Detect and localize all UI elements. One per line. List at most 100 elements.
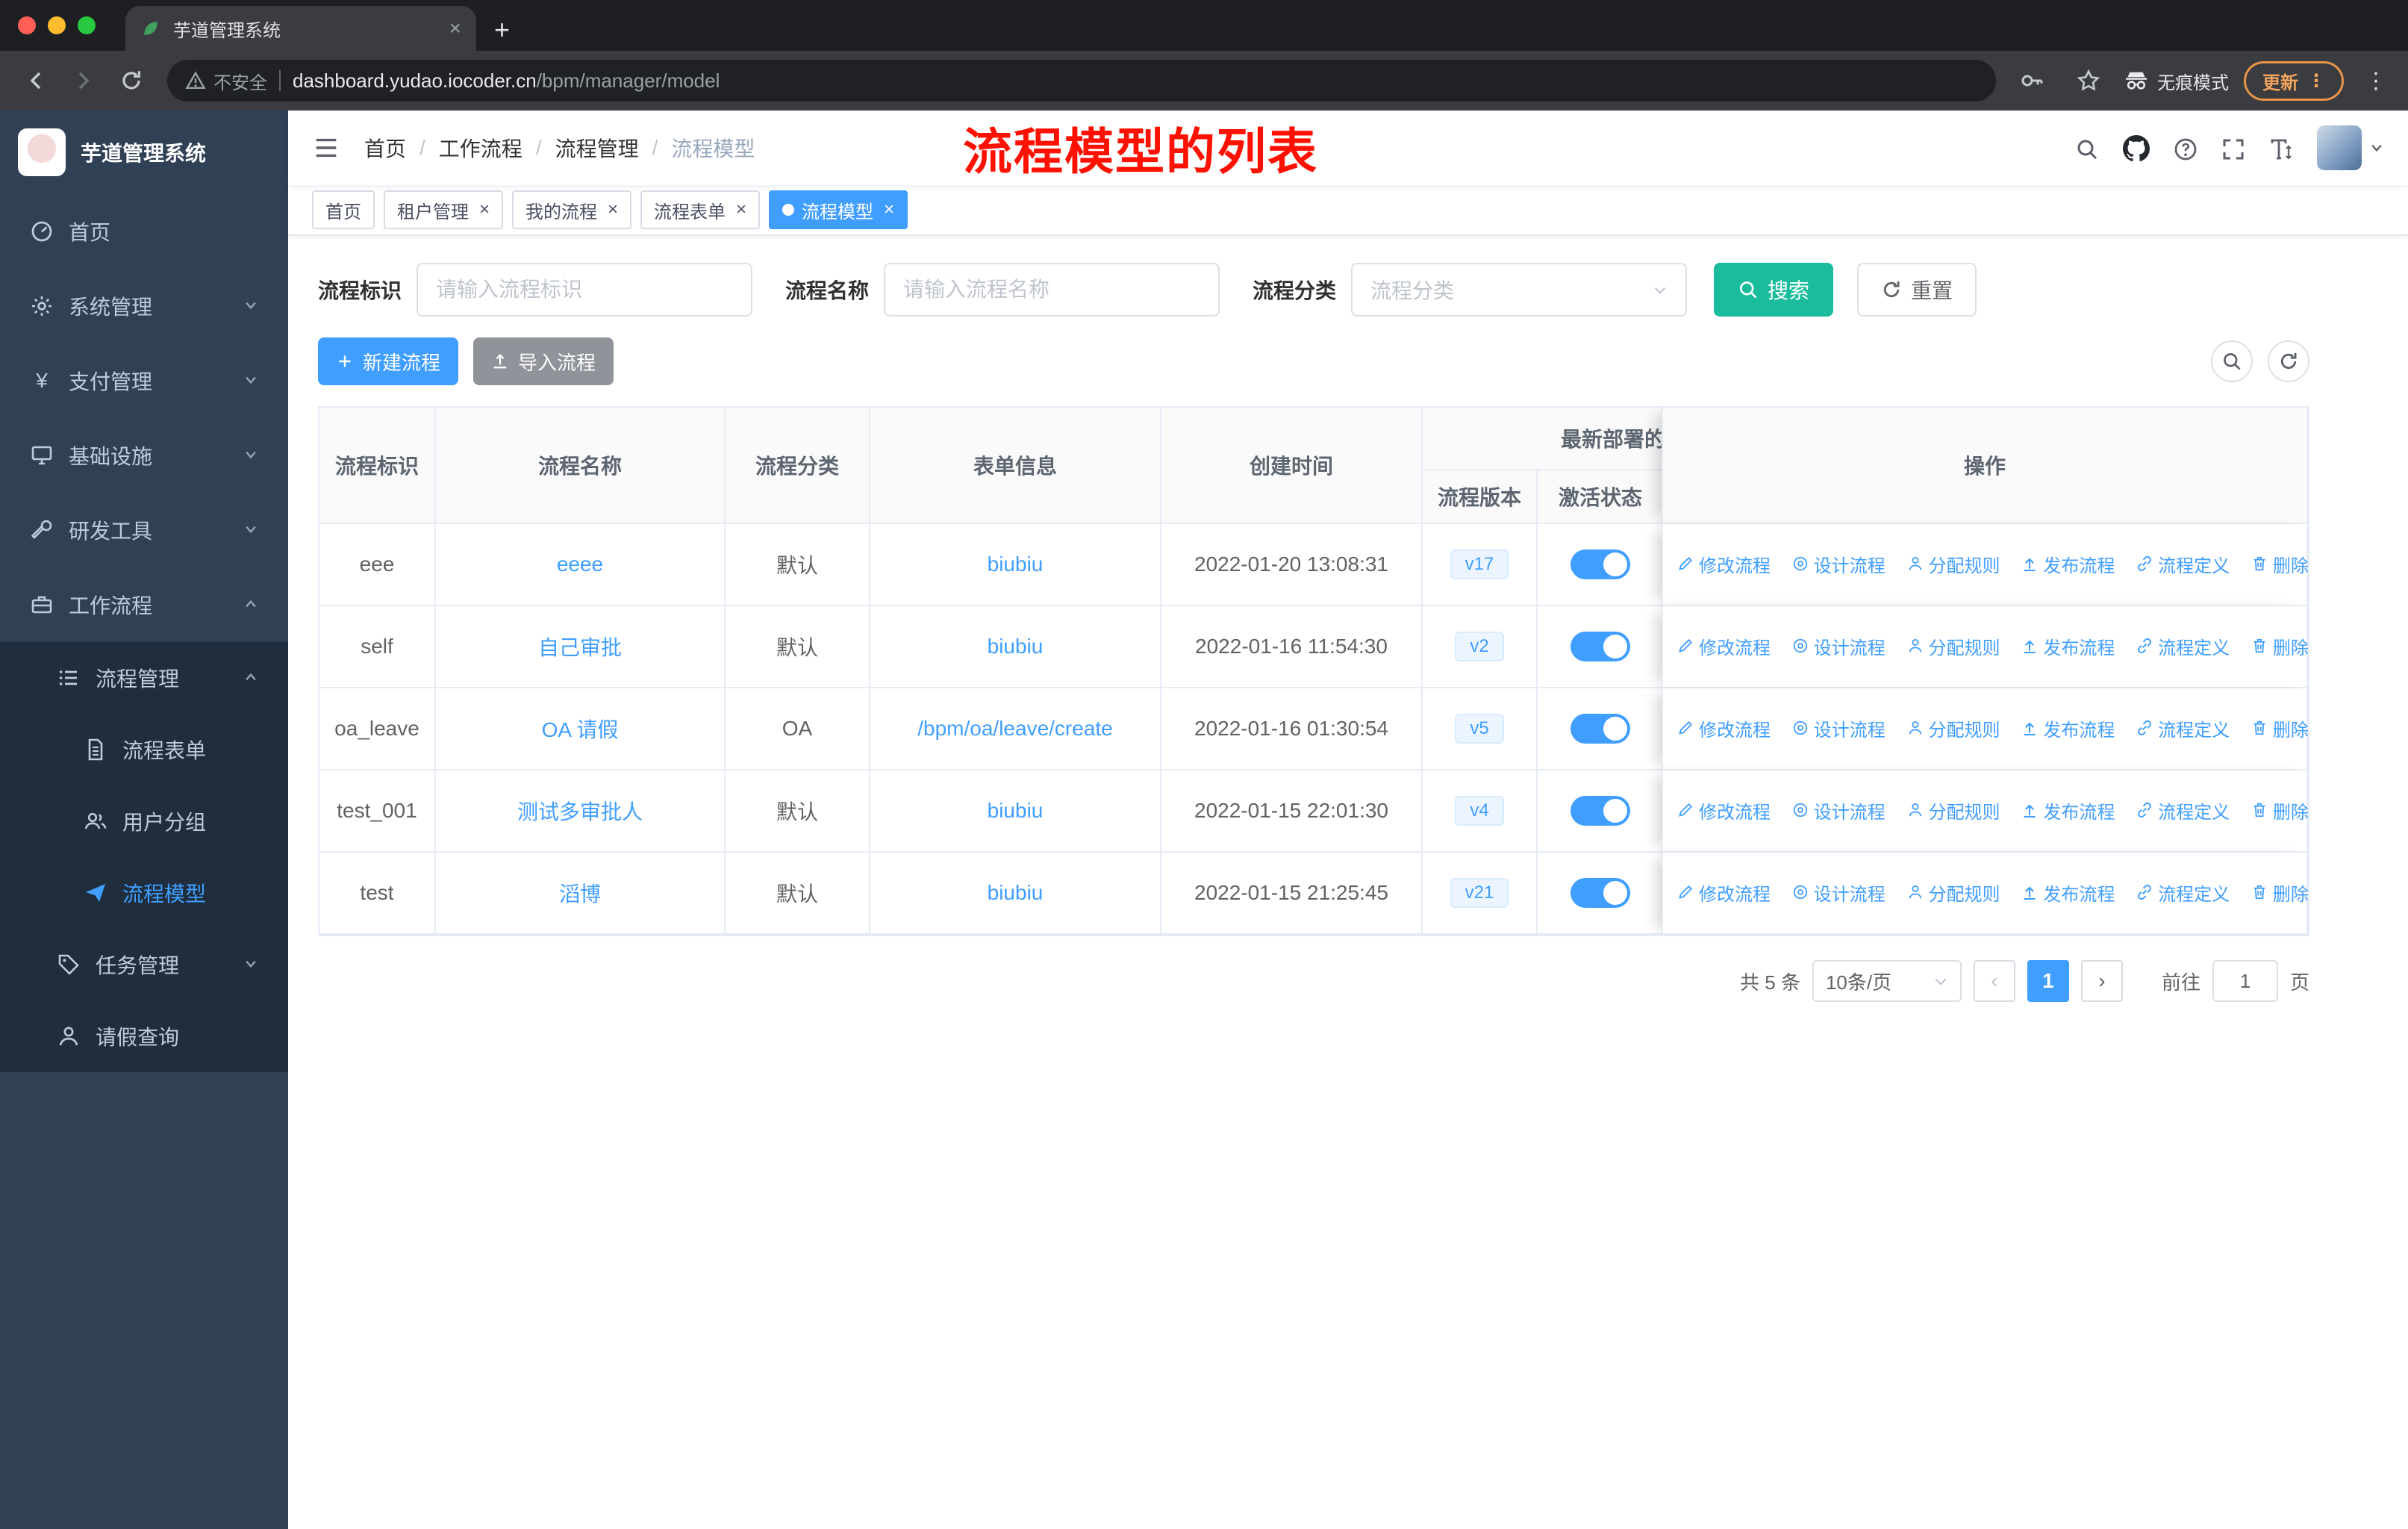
sidebar-item-process-management[interactable]: 流程管理 [0, 642, 288, 714]
address-bar[interactable]: 不安全 dashboard.yudao.iocoder.cn/bpm/manag… [167, 60, 1996, 102]
action-assign-link[interactable]: 分配规则 [1906, 633, 2000, 659]
new-tab-button[interactable]: + [494, 16, 510, 43]
form-info-link[interactable]: /bpm/oa/leave/create [917, 717, 1113, 740]
action-assign-link[interactable]: 分配规则 [1906, 551, 2000, 577]
form-info-link[interactable]: biubiu [988, 881, 1044, 904]
tag-my-process[interactable]: 我的流程 × [512, 190, 632, 229]
sidebar-item-payment-management[interactable]: ¥ 支付管理 [0, 343, 288, 418]
process-name-link[interactable]: 滔博 [559, 882, 601, 906]
action-assign-link[interactable]: 分配规则 [1906, 879, 2000, 906]
sidebar-item-user-group[interactable]: 用户分组 [0, 785, 288, 857]
action-delete-link[interactable]: 删除 [2251, 879, 2308, 906]
status-toggle[interactable] [1570, 632, 1630, 661]
tag-process-model[interactable]: 流程模型 × [769, 190, 908, 229]
key-icon[interactable] [2011, 60, 2053, 102]
status-toggle[interactable] [1570, 549, 1630, 579]
sidebar-item-dev-tools[interactable]: 研发工具 [0, 493, 288, 567]
window-zoom-button[interactable] [78, 16, 96, 34]
form-info-link[interactable]: biubiu [988, 552, 1044, 576]
process-name-link[interactable]: eeee [557, 552, 603, 576]
form-info-link[interactable]: biubiu [988, 799, 1044, 822]
tag-close-icon[interactable]: × [736, 199, 746, 220]
action-definition-link[interactable]: 流程定义 [2136, 551, 2230, 577]
action-delete-link[interactable]: 删除 [2251, 797, 2308, 823]
sidebar-item-home[interactable]: 首页 [0, 194, 288, 269]
reset-button[interactable]: 重置 [1857, 263, 1977, 317]
status-toggle[interactable] [1570, 714, 1630, 744]
process-category-select[interactable]: 流程分类 [1351, 263, 1688, 317]
sidebar-collapse-button[interactable] [312, 134, 340, 162]
action-edit-link[interactable]: 修改流程 [1676, 633, 1771, 659]
window-close-button[interactable] [18, 16, 36, 34]
reload-button[interactable] [110, 60, 152, 102]
action-publish-link[interactable]: 发布流程 [2021, 715, 2115, 741]
tag-home[interactable]: 首页 [312, 190, 375, 229]
action-design-link[interactable]: 设计流程 [1791, 797, 1885, 823]
action-publish-link[interactable]: 发布流程 [2021, 797, 2115, 823]
action-delete-link[interactable]: 删除 [2251, 715, 2308, 741]
process-name-link[interactable]: 自己审批 [538, 636, 622, 659]
action-assign-link[interactable]: 分配规则 [1906, 797, 2000, 823]
refresh-table-button[interactable] [2268, 340, 2309, 382]
form-info-link[interactable]: biubiu [988, 635, 1044, 658]
import-process-button[interactable]: 导入流程 [473, 337, 614, 385]
header-search-icon[interactable] [2075, 134, 2099, 162]
bookmark-star-icon[interactable] [2068, 60, 2109, 102]
sidebar-item-leave-query[interactable]: 请假查询 [0, 1000, 288, 1072]
back-button[interactable] [15, 60, 57, 102]
action-edit-link[interactable]: 修改流程 [1676, 715, 1771, 741]
sidebar-item-process-form[interactable]: 流程表单 [0, 714, 288, 785]
page-1-button[interactable]: 1 [2027, 960, 2069, 1002]
action-design-link[interactable]: 设计流程 [1791, 633, 1885, 659]
action-assign-link[interactable]: 分配规则 [1906, 715, 2000, 741]
breadcrumb-item[interactable]: 流程管理 [555, 133, 639, 163]
sidebar-item-workflow[interactable]: 工作流程 [0, 567, 288, 642]
tag-process-form[interactable]: 流程表单 × [640, 190, 761, 229]
process-name-link[interactable]: 测试多审批人 [517, 800, 643, 823]
sidebar-item-system-management[interactable]: 系统管理 [0, 269, 288, 343]
app-logo-area[interactable]: 芋道管理系统 [0, 110, 288, 194]
user-menu[interactable] [2317, 125, 2384, 170]
search-button[interactable]: 搜索 [1714, 263, 1834, 317]
action-design-link[interactable]: 设计流程 [1791, 551, 1885, 577]
action-definition-link[interactable]: 流程定义 [2136, 715, 2230, 741]
action-design-link[interactable]: 设计流程 [1791, 715, 1885, 741]
tag-tenant-management[interactable]: 租户管理 × [384, 190, 504, 229]
create-process-button[interactable]: 新建流程 [318, 337, 459, 385]
action-definition-link[interactable]: 流程定义 [2136, 797, 2230, 823]
update-button[interactable]: 更新 ⋮ [2244, 60, 2344, 101]
status-toggle[interactable] [1570, 796, 1630, 826]
browser-menu-button[interactable]: ⋮ [2359, 68, 2393, 94]
prev-page-button[interactable]: ‹ [1973, 960, 2015, 1002]
github-icon[interactable] [2123, 134, 2150, 163]
status-toggle[interactable] [1570, 878, 1630, 908]
action-edit-link[interactable]: 修改流程 [1676, 797, 1771, 823]
sidebar-item-process-model[interactable]: 流程模型 [0, 857, 288, 929]
action-delete-link[interactable]: 删除 [2251, 633, 2308, 659]
browser-tab[interactable]: 芋道管理系统 × [125, 6, 476, 51]
action-publish-link[interactable]: 发布流程 [2021, 551, 2115, 577]
toggle-search-button[interactable] [2211, 340, 2253, 382]
process-name-link[interactable]: OA 请假 [542, 718, 619, 741]
action-edit-link[interactable]: 修改流程 [1676, 551, 1771, 577]
help-icon[interactable] [2174, 134, 2198, 162]
tag-close-icon[interactable]: × [884, 199, 894, 220]
process-name-input[interactable] [903, 278, 1201, 302]
action-delete-link[interactable]: 删除 [2251, 551, 2308, 577]
window-minimize-button[interactable] [48, 16, 66, 34]
action-publish-link[interactable]: 发布流程 [2021, 879, 2115, 906]
breadcrumb-item[interactable]: 首页 [364, 133, 406, 163]
breadcrumb-item[interactable]: 工作流程 [439, 133, 523, 163]
fullscreen-icon[interactable] [2221, 134, 2245, 162]
goto-page-input[interactable] [2212, 960, 2278, 1002]
font-size-icon[interactable] [2269, 134, 2293, 162]
action-definition-link[interactable]: 流程定义 [2136, 879, 2230, 906]
page-size-select[interactable]: 10条/页 [1812, 960, 1962, 1002]
forward-button[interactable] [63, 60, 105, 102]
tag-close-icon[interactable]: × [608, 199, 618, 220]
action-definition-link[interactable]: 流程定义 [2136, 633, 2230, 659]
security-chip[interactable]: 不安全 [185, 68, 267, 94]
next-page-button[interactable]: › [2080, 960, 2123, 1002]
action-design-link[interactable]: 设计流程 [1791, 879, 1885, 906]
tab-close-icon[interactable]: × [449, 16, 461, 40]
